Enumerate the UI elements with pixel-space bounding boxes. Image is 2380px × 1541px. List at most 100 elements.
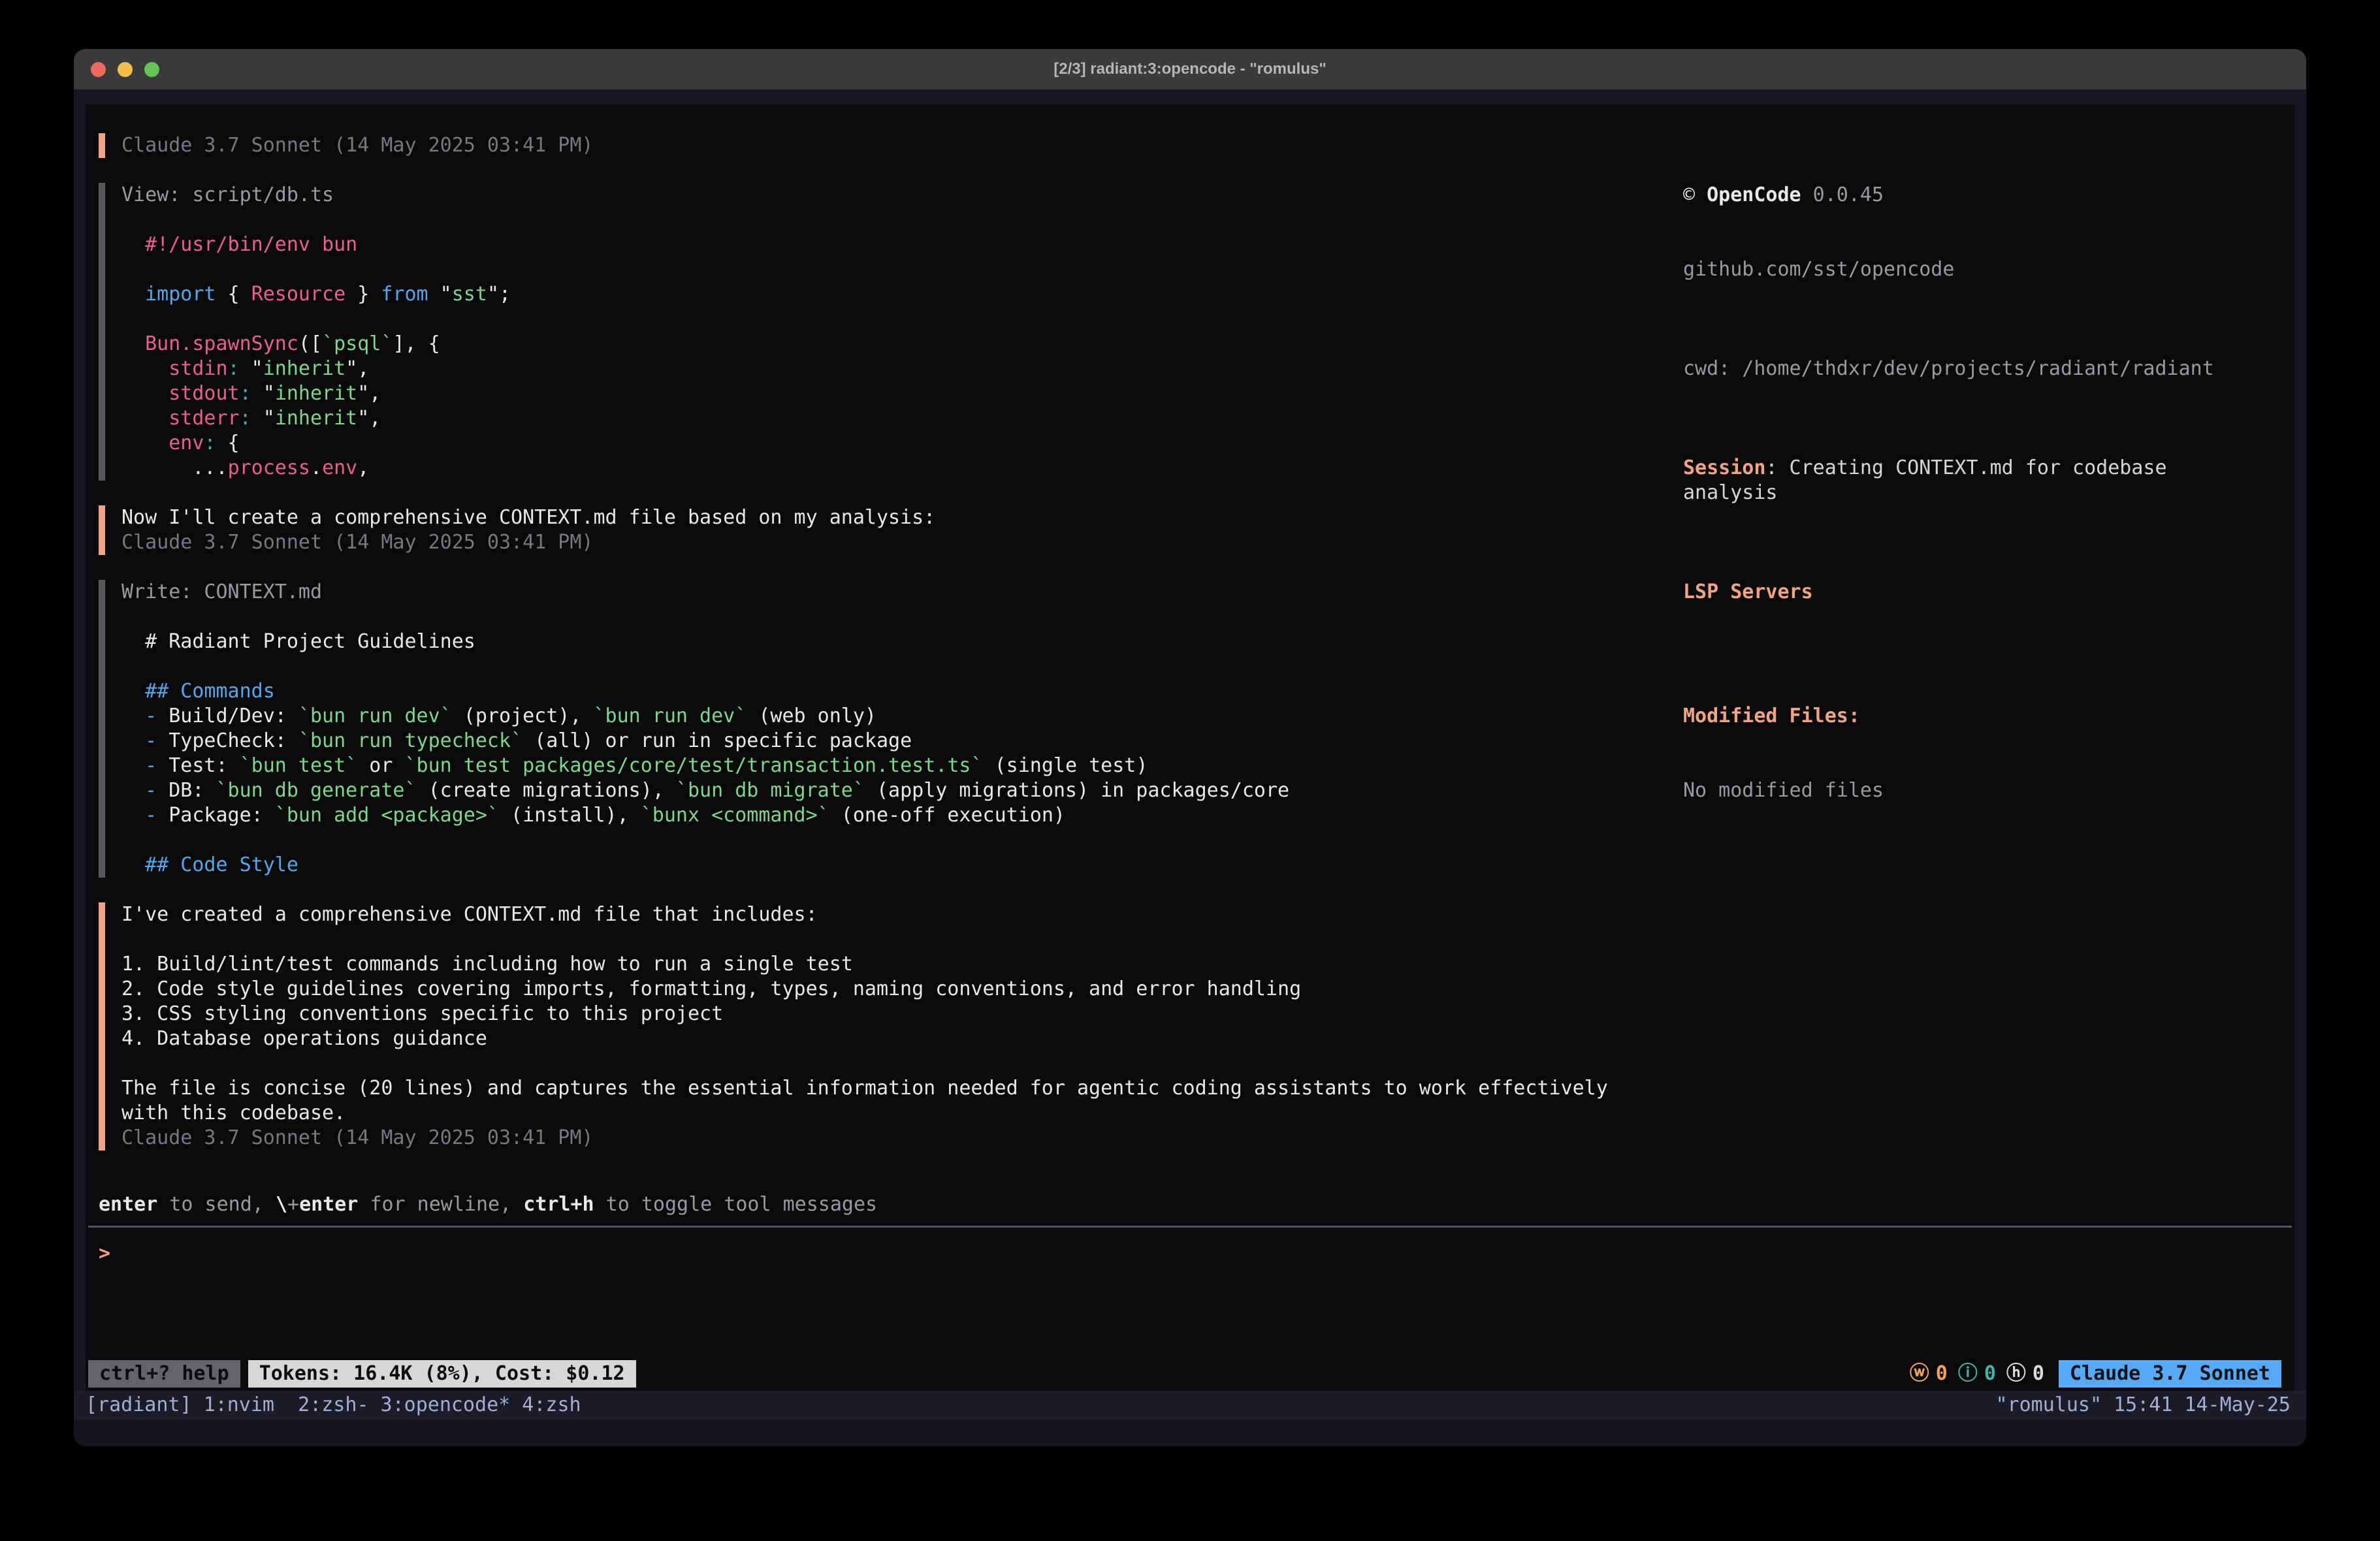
message-line: I've created a comprehensive CONTEXT.md …: [121, 902, 1627, 927]
text-segment: Test:: [157, 754, 239, 777]
text-segment: process: [228, 456, 310, 479]
terminal-window: [2/3] radiant:3:opencode - "romulus" Cla…: [74, 49, 2306, 1446]
input-empty-space[interactable]: [86, 1266, 2294, 1360]
text-segment: # Radiant Project Guidelines: [121, 630, 475, 653]
message-line: #!/usr/bin/env bun: [121, 232, 1627, 257]
message-line: env: {: [121, 431, 1627, 456]
minimize-button[interactable]: [118, 62, 133, 77]
prompt-symbol: >: [99, 1242, 110, 1265]
text-segment: ",: [357, 382, 381, 405]
text-segment: [121, 804, 145, 827]
text-segment: The file is concise (20 lines) and captu…: [121, 1077, 1608, 1100]
titlebar[interactable]: [2/3] radiant:3:opencode - "romulus": [74, 49, 2306, 89]
message-block-assistant: I've created a comprehensive CONTEXT.md …: [99, 902, 1627, 1151]
text-segment: ": [240, 357, 263, 380]
text-segment: (install),: [499, 804, 641, 827]
message-line: with this codebase.: [121, 1101, 1627, 1126]
session-label: Session: [1683, 456, 1765, 479]
terminal-area: Claude 3.7 Sonnet (14 May 2025 03:41 PM)…: [74, 89, 2306, 1391]
text-segment: [121, 283, 145, 306]
text-segment: +: [287, 1193, 299, 1216]
message-line: stdout: "inherit",: [121, 381, 1627, 406]
tmux-session-info: "romulus" 15:41 14-May-25: [1995, 1391, 2291, 1420]
message-input[interactable]: >: [99, 1241, 2294, 1266]
message-line: The file is concise (20 lines) and captu…: [121, 1076, 1627, 1101]
diagnostics-group: ⓦ 0 ⓘ0 ⓗ 0: [1910, 1361, 2044, 1386]
repo-url: github.com/sst/opencode: [1683, 257, 2271, 282]
text-segment: -: [145, 754, 157, 777]
text-segment: I've created a comprehensive CONTEXT.md …: [121, 903, 818, 926]
hint-count-value: 0: [2033, 1361, 2044, 1386]
text-segment: DB:: [157, 779, 216, 802]
message-accent-bar: [99, 183, 105, 481]
text-segment: (single test): [983, 754, 1148, 777]
text-segment: env: [169, 432, 204, 454]
tokens-cost-chip: Tokens: 16.4K (8%), Cost: $0.12: [248, 1360, 636, 1388]
warning-count-icon: ⓦ: [1910, 1361, 1929, 1386]
message-line: Claude 3.7 Sonnet (14 May 2025 03:41 PM): [121, 133, 1627, 158]
message-line: Write: CONTEXT.md: [121, 580, 1627, 605]
text-segment: Now I'll create a comprehensive CONTEXT.…: [121, 506, 935, 529]
text-segment: sst: [452, 283, 487, 306]
warning-count-value: 0: [1936, 1361, 1948, 1386]
text-segment: :: [228, 357, 240, 380]
text-segment: ## Commands: [121, 680, 275, 703]
text-segment: (one-off execution): [829, 804, 1065, 827]
text-segment: View: script/db.ts: [121, 183, 334, 206]
text-segment: Resource: [251, 283, 346, 306]
text-segment: (create migrations),: [417, 779, 676, 802]
text-segment: `bun test`: [240, 754, 358, 777]
message-line: [121, 605, 1627, 629]
hint-count-icon: ⓗ: [2006, 1361, 2026, 1386]
text-segment: `bunx <command>`: [641, 804, 829, 827]
text-segment: :: [240, 382, 251, 405]
text-segment: -: [145, 705, 157, 727]
text-segment: with this codebase.: [121, 1102, 346, 1124]
text-segment: Build/Dev:: [157, 705, 298, 727]
text-segment: inherit: [275, 382, 357, 405]
text-segment: \: [276, 1193, 287, 1216]
message-line: ...process.env,: [121, 456, 1627, 481]
text-segment: ",: [346, 357, 369, 380]
text-segment: 4. Database operations guidance: [121, 1027, 487, 1050]
session-line: Session: Creating CONTEXT.md for codebas…: [1683, 456, 2271, 505]
maximize-button[interactable]: [144, 62, 159, 77]
message-line: 3. CSS styling conventions specific to t…: [121, 1002, 1627, 1026]
text-segment: [121, 779, 145, 802]
message-line: [121, 828, 1627, 853]
window-bottom-padding: [74, 1420, 2306, 1446]
sidebar: © OpenCode 0.0.45 github.com/sst/opencod…: [1683, 133, 2271, 853]
text-segment: ## Code Style: [121, 853, 298, 876]
opencode-logo-icon: ©: [1683, 183, 1695, 206]
info-count: ⓘ0: [1958, 1361, 1996, 1386]
text-segment: Package:: [157, 804, 275, 827]
message-line: Bun.spawnSync([`psql`], {: [121, 332, 1627, 357]
message-list[interactable]: Claude 3.7 Sonnet (14 May 2025 03:41 PM)…: [99, 133, 1627, 1151]
info-count-icon: ⓘ: [1958, 1361, 1978, 1386]
text-segment: [121, 705, 145, 727]
text-segment: [121, 754, 145, 777]
message-line: ## Commands: [121, 679, 1627, 704]
model-badge[interactable]: Claude 3.7 Sonnet: [2059, 1360, 2281, 1388]
app-name: OpenCode: [1695, 183, 1801, 206]
help-shortcut-chip[interactable]: ctrl+? help: [88, 1360, 240, 1388]
text-segment: ([: [298, 332, 322, 355]
text-segment: :: [240, 407, 251, 430]
message-block-assistant: Claude 3.7 Sonnet (14 May 2025 03:41 PM): [99, 133, 1627, 158]
text-segment: ": [428, 283, 452, 306]
text-segment: [121, 407, 169, 430]
opencode-tui: Claude 3.7 Sonnet (14 May 2025 03:41 PM)…: [86, 104, 2294, 1391]
tmux-window-list[interactable]: [radiant] 1:nvim 2:zsh- 3:opencode* 4:zs…: [86, 1391, 581, 1420]
text-segment: Bun.spawnSync: [145, 332, 298, 355]
close-button[interactable]: [91, 62, 106, 77]
message-accent-bar: [99, 505, 105, 555]
text-segment: :: [204, 432, 216, 454]
text-segment: to send,: [157, 1193, 276, 1216]
text-segment: inherit: [275, 407, 357, 430]
text-segment: `bun add <package>`: [275, 804, 499, 827]
text-segment: TypeCheck:: [157, 729, 298, 752]
message-line: 1. Build/lint/test commands including ho…: [121, 952, 1627, 977]
text-segment: #!/usr/bin/env bun: [145, 233, 357, 256]
text-segment: ": [251, 382, 275, 405]
text-segment: stdout: [169, 382, 239, 405]
